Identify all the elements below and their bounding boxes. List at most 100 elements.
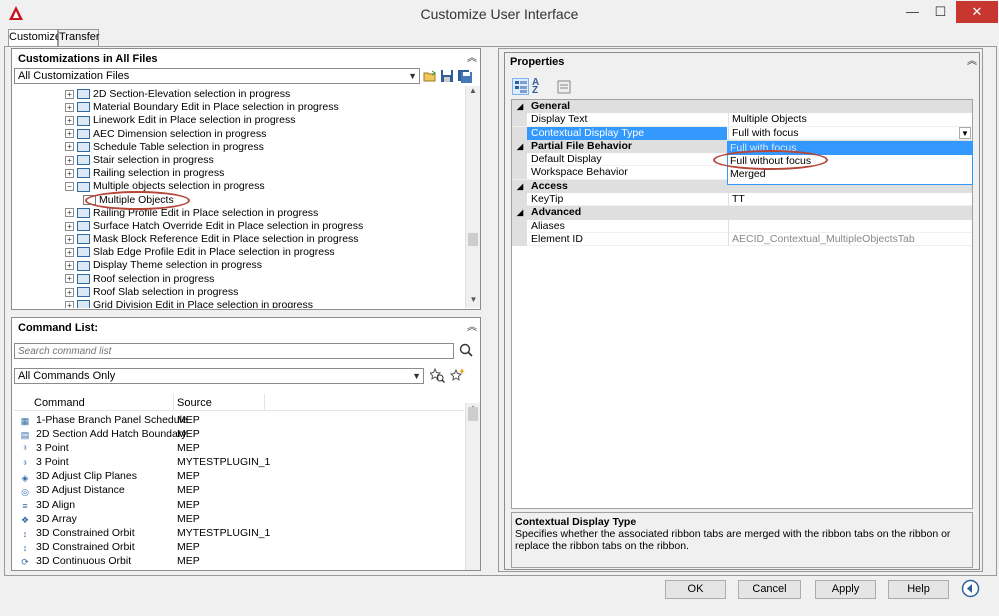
table-row[interactable]: ↕ 3D Constrained Orbit MEP	[14, 540, 464, 554]
property-value[interactable]: Full with focus	[732, 127, 799, 140]
expand-icon[interactable]: +	[65, 142, 74, 152]
minimize-button[interactable]: —	[900, 1, 925, 23]
cancel-button[interactable]: Cancel	[738, 580, 801, 599]
property-value[interactable]: Multiple Objects	[732, 113, 807, 126]
close-button[interactable]: ✕	[956, 1, 998, 23]
property-name: Display Text	[531, 113, 588, 126]
tree-item[interactable]: + Material Boundary Edit in Place selecti…	[65, 101, 363, 114]
tree-item[interactable]: + Surface Hatch Override Edit in Place se…	[65, 220, 363, 233]
property-row[interactable]: KeyTip TT	[512, 193, 972, 207]
expand-icon[interactable]: +	[65, 221, 74, 231]
save-icon[interactable]	[440, 69, 454, 83]
tree-item[interactable]: + Roof selection in progress	[65, 273, 363, 286]
tree-item[interactable]: + Schedule Table selection in progress	[65, 141, 363, 154]
chevron-down-icon[interactable]: ▼	[959, 126, 971, 139]
expand-icon[interactable]: +	[65, 234, 74, 244]
tree-item[interactable]: + Stair selection in progress	[65, 154, 363, 167]
search-icon[interactable]	[459, 343, 473, 357]
table-row[interactable]: ❖ 3D Array MEP	[14, 512, 464, 526]
property-category[interactable]: ◢ General	[512, 100, 972, 114]
tree-item[interactable]: + Slab Edge Profile Edit in Place selecti…	[65, 246, 363, 259]
tab-customize[interactable]: Customize	[8, 29, 61, 47]
command-source: MEP	[177, 498, 200, 511]
property-row[interactable]: Contextual Display Type Full with focus ▼	[512, 126, 972, 140]
collapse-icon[interactable]: ︽	[465, 321, 479, 335]
expand-icon[interactable]: +	[65, 155, 74, 165]
property-row[interactable]: Display Text Multiple Objects	[512, 113, 972, 127]
expand-icon[interactable]: +	[65, 116, 74, 126]
property-value[interactable]: TT	[732, 193, 745, 206]
tree-item[interactable]: + AEC Dimension selection in progress	[65, 128, 363, 141]
property-row[interactable]: Element ID AECID_Contextual_MultipleObjec…	[512, 232, 972, 247]
command-icon: ▤	[20, 430, 30, 441]
category-label: Advanced	[531, 206, 582, 219]
table-row[interactable]: ≡ 3D Align MEP	[14, 498, 464, 512]
alphabetical-sort-icon[interactable]: AZ	[532, 78, 548, 96]
category-collapse-icon[interactable]: ◢	[517, 206, 523, 219]
command-name: 1-Phase Branch Panel Schedule	[36, 414, 188, 426]
find-command-icon[interactable]	[430, 368, 445, 383]
expand-icon[interactable]: +	[65, 208, 74, 218]
category-collapse-icon[interactable]: ◢	[517, 100, 523, 113]
collapse-icon[interactable]: ︽	[965, 55, 979, 69]
table-row[interactable]: ⟳ 3D Continuous Orbit MEP	[14, 554, 464, 568]
table-row[interactable]: ◎ 3D Adjust Distance MEP	[14, 483, 464, 497]
tree-item[interactable]: + Roof Slab selection in progress	[65, 286, 363, 299]
categorized-view-button[interactable]	[512, 78, 529, 95]
expand-icon[interactable]: +	[65, 168, 74, 178]
table-row[interactable]: ▦ 1-Phase Branch Panel Schedule MEP	[14, 413, 464, 427]
expand-icon[interactable]: +	[65, 300, 74, 308]
table-row[interactable]: ◈ 3D Adjust Clip Planes MEP	[14, 469, 464, 483]
command-scrollbar[interactable]: ▲	[465, 403, 480, 570]
command-filter-select[interactable]: All Commands Only ▼	[14, 368, 424, 384]
category-collapse-icon[interactable]: ◢	[517, 140, 523, 153]
expand-collapse-pane-icon[interactable]	[961, 579, 980, 598]
tree-item[interactable]: +2D Section-Elevation selection in progr…	[65, 88, 363, 101]
tree-scrollbar-thumb[interactable]	[468, 233, 478, 246]
table-row[interactable]: ↕ 3D Constrained Orbit MYTESTPLUGIN_1	[14, 526, 464, 540]
scroll-down-icon[interactable]: ▼	[466, 295, 481, 304]
expand-icon[interactable]: +	[65, 129, 74, 139]
table-row[interactable]: ▤ 2D Section Add Hatch Boundary MEP	[14, 427, 464, 441]
tree-item[interactable]: + Mask Block Reference Edit in Place sele…	[65, 233, 363, 246]
expand-icon[interactable]: +	[65, 102, 74, 112]
collapse-icon[interactable]: ︽	[465, 52, 479, 66]
command-scrollbar-thumb[interactable]	[468, 407, 478, 421]
property-name: Default Display	[531, 153, 602, 166]
tree-scrollbar[interactable]: ▲ ▼	[465, 86, 480, 308]
collapse-node-icon[interactable]: −	[65, 182, 74, 192]
customization-file-select[interactable]: All Customization Files ▼	[14, 68, 420, 84]
highlight-multiple-objects	[85, 191, 190, 210]
new-command-icon[interactable]	[450, 368, 465, 383]
expand-icon[interactable]: +	[65, 287, 74, 297]
property-category[interactable]: ◢ Advanced	[512, 206, 972, 220]
customizations-panel: Customizations in All Files ︽ All Custom…	[11, 48, 481, 310]
help-button[interactable]: Help	[888, 580, 949, 599]
open-file-icon[interactable]	[423, 69, 437, 83]
maximize-button[interactable]: ☐	[928, 1, 953, 23]
column-divider	[728, 126, 729, 140]
tree-item[interactable]: + Grid Division Edit in Place selection i…	[65, 299, 363, 308]
apply-button[interactable]: Apply	[815, 580, 876, 599]
tab-transfer[interactable]: Transfer	[58, 29, 100, 46]
property-row[interactable]: Aliases	[512, 219, 972, 233]
expand-icon[interactable]: +	[65, 274, 74, 284]
property-value[interactable]: AECID_Contextual_MultipleObjectsTab	[732, 233, 915, 246]
expand-icon[interactable]: +	[65, 89, 74, 99]
tree-item[interactable]: + Display Theme selection in progress	[65, 259, 363, 272]
save-all-icon[interactable]	[457, 69, 473, 83]
expand-icon[interactable]: +	[65, 247, 74, 257]
table-row[interactable]: ³ 3 Point MEP	[14, 441, 464, 455]
tree-item[interactable]: + Railing selection in progress	[65, 167, 363, 180]
command-search-input[interactable]	[14, 343, 454, 359]
tree-item[interactable]: + Linework Edit in Place selection in pro…	[65, 114, 363, 127]
column-header-command[interactable]: Command	[34, 397, 85, 409]
column-header-source[interactable]: Source	[177, 397, 212, 409]
property-pages-icon[interactable]	[557, 80, 571, 94]
category-collapse-icon[interactable]: ◢	[517, 180, 523, 193]
table-row[interactable]: ³ 3 Point MYTESTPLUGIN_1	[14, 455, 464, 469]
expand-icon[interactable]: +	[65, 261, 74, 271]
scroll-up-icon[interactable]: ▲	[466, 86, 480, 98]
ok-button[interactable]: OK	[665, 580, 726, 599]
row-gutter	[512, 219, 527, 233]
